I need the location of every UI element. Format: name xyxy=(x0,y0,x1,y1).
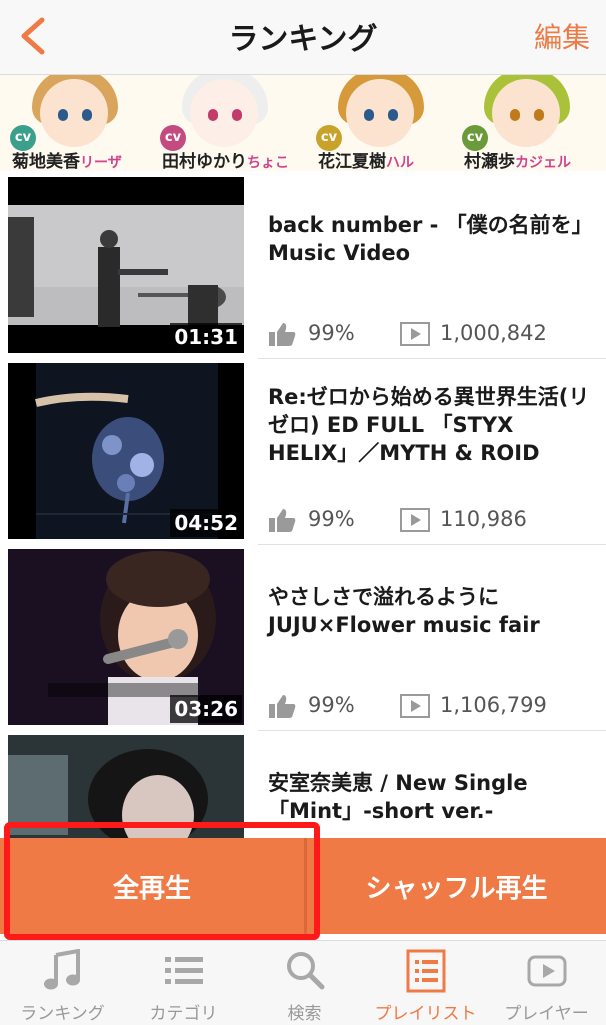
tab-label: カテゴリ xyxy=(149,1004,218,1024)
tab-player[interactable]: プレイヤー xyxy=(486,941,606,1025)
video-thumbnail[interactable]: 03:26 xyxy=(8,549,244,725)
play-count-icon xyxy=(400,508,430,532)
tab-playlist[interactable]: プレイリスト xyxy=(365,941,486,1025)
cast-character: ちょこ xyxy=(247,155,289,171)
cast-character: カジェル xyxy=(515,155,571,171)
video-title: やさしさで溢れるように JUJU×Flower music fair xyxy=(268,585,540,637)
thumbs-up-icon xyxy=(269,509,296,532)
video-stats: 99% 110,986 xyxy=(268,507,598,535)
thumbs-up-icon xyxy=(269,323,296,346)
view-count: 110,986 xyxy=(440,507,527,531)
cast-item: cv 田村ゆかりちょこ xyxy=(150,75,292,171)
tab-label: ランキング xyxy=(20,1004,105,1024)
cast-item: cv 村瀬歩カジェル xyxy=(452,75,594,171)
music-note-icon xyxy=(44,949,80,990)
cast-character: ハル xyxy=(386,155,414,171)
like-percentage: 99% xyxy=(308,693,355,717)
tab-search[interactable]: 検索 xyxy=(244,941,365,1025)
cast-item: cv 菊地美香リーザ xyxy=(0,75,142,171)
shuffle-play-button[interactable]: シャッフル再生 xyxy=(307,838,606,934)
video-row[interactable]: 03:26 やさしさで溢れるように JUJU×Flower music fair… xyxy=(0,545,606,731)
cast-name: 花江夏樹 xyxy=(318,152,386,171)
play-count-icon xyxy=(400,322,430,346)
duration-label: 04:52 xyxy=(170,509,242,537)
page-title: ランキング xyxy=(228,22,378,57)
duration-label: 01:31 xyxy=(170,323,242,351)
like-percentage: 99% xyxy=(308,507,355,531)
list-icon xyxy=(165,957,203,984)
tab-category[interactable]: カテゴリ xyxy=(123,941,244,1025)
playlist-icon xyxy=(406,949,446,993)
video-title: back number - 「僕の名前を」Music Video xyxy=(268,213,583,265)
video-thumbnail[interactable]: 01:31 xyxy=(8,177,244,353)
cast-item: cv 花江夏樹ハル xyxy=(306,75,448,171)
search-icon xyxy=(287,952,325,990)
cast-name: 村瀬歩 xyxy=(464,152,515,171)
video-stats: 99% 1,106,799 xyxy=(268,693,598,721)
cast-name: 菊地美香 xyxy=(12,152,80,171)
highlight-box xyxy=(4,822,320,940)
edit-button[interactable]: 編集 xyxy=(534,16,590,56)
player-icon xyxy=(527,955,567,987)
tab-bar: ランキング カテゴリ 検索 プレイリスト プレイヤー xyxy=(0,940,606,1025)
video-title: Re:ゼロから始める異世界生活(リゼロ) ED FULL 「STYX HELIX… xyxy=(268,385,590,465)
cast-name: 田村ゆかり xyxy=(162,152,247,171)
video-thumbnail[interactable]: 04:52 xyxy=(8,363,244,539)
voice-actor-banner[interactable]: cv 菊地美香リーザ cv 田村ゆかりちょこ cv 花江夏樹ハル cv 村瀬歩カ… xyxy=(0,75,606,171)
tab-label: 検索 xyxy=(287,1004,322,1024)
nav-header: ランキング 編集 xyxy=(0,0,606,75)
thumbs-up-icon xyxy=(269,695,296,718)
tab-label: プレイリスト xyxy=(374,1004,477,1024)
like-percentage: 99% xyxy=(308,321,355,345)
tab-label: プレイヤー xyxy=(504,1004,589,1024)
video-row[interactable]: 01:31 back number - 「僕の名前を」Music Video 9… xyxy=(0,173,606,359)
play-count-icon xyxy=(400,694,430,718)
video-title: 安室奈美恵 / New Single「Mint」-short ver.- xyxy=(268,771,528,823)
video-stats: 99% 1,000,842 xyxy=(268,321,598,349)
cast-character: リーザ xyxy=(80,155,122,171)
duration-label: 03:26 xyxy=(170,695,242,723)
video-row[interactable]: 04:52 Re:ゼロから始める異世界生活(リゼロ) ED FULL 「STYX… xyxy=(0,359,606,545)
view-count: 1,000,842 xyxy=(440,321,547,345)
view-count: 1,106,799 xyxy=(440,693,547,717)
tab-ranking[interactable]: ランキング xyxy=(2,941,123,1025)
